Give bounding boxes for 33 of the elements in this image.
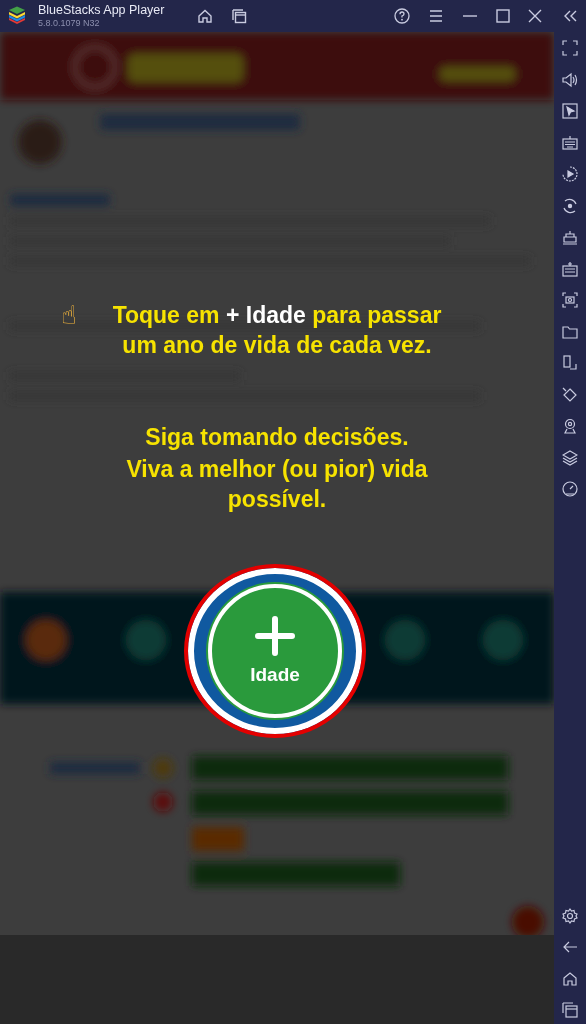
maximize-icon[interactable] [496, 9, 510, 23]
location-pin-icon[interactable] [562, 418, 578, 434]
fullscreen-icon[interactable] [562, 40, 578, 56]
home-icon[interactable] [197, 8, 214, 24]
play-circle-icon[interactable] [562, 166, 578, 182]
keyboard-icon[interactable] [562, 134, 578, 151]
gauge-icon[interactable] [562, 481, 578, 497]
screenshot-icon[interactable] [562, 292, 578, 308]
help-icon[interactable] [394, 8, 410, 24]
settings-icon[interactable] [562, 907, 578, 924]
pointer-icon[interactable] [562, 103, 578, 119]
rotate-icon[interactable] [562, 197, 578, 214]
pointing-hand-icon: ☝ [61, 300, 77, 330]
devices-icon[interactable] [562, 355, 578, 371]
folder-icon[interactable] [562, 323, 578, 340]
window-title: BlueStacks App Player [38, 3, 165, 18]
layered-logo-icon [7, 6, 27, 26]
menu-icon[interactable] [428, 8, 444, 24]
version-label: 5.8.0.1079 N32 [38, 18, 101, 29]
home-icon[interactable] [562, 970, 578, 987]
minimize-icon[interactable] [462, 15, 478, 17]
collapse-chevrons-icon[interactable] [563, 10, 577, 22]
close-icon[interactable] [528, 9, 542, 23]
tutorial-text: Viva a melhor (ou pior) vida possível. [125, 455, 429, 514]
age-button[interactable]: Idade [208, 584, 342, 718]
layers-icon[interactable] [562, 449, 578, 466]
tutorial-text: Toque em + Idade para passar um ano de vida de cada vez. [111, 301, 443, 360]
tutorial-text: Siga tomando decisões. [144, 423, 410, 452]
windows-icon[interactable] [231, 8, 248, 24]
back-arrow-icon[interactable] [562, 939, 578, 955]
plus-icon [255, 616, 295, 656]
volume-icon[interactable] [562, 71, 578, 88]
recent-apps-icon[interactable] [562, 1002, 578, 1018]
